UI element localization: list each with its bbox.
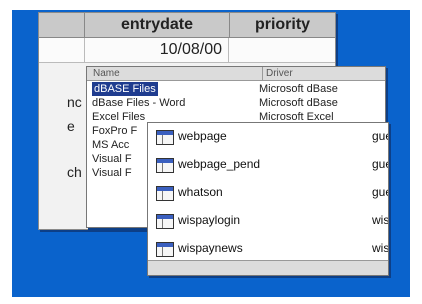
table-icon	[156, 242, 174, 257]
column-header-priority[interactable]: priority	[230, 13, 335, 37]
table-name: wispaynews	[178, 241, 243, 255]
table-list-window: webpage gue webpage_pend gue whatson gue…	[147, 122, 389, 276]
list-item[interactable]: webpage gue	[156, 127, 388, 151]
column-header-driver[interactable]: Driver	[262, 67, 293, 80]
cell-entrydate[interactable]: 10/08/00	[85, 38, 229, 62]
list-item[interactable]: webpage_pend gue	[156, 155, 388, 179]
driver-type: Microsoft dBase	[259, 83, 338, 95]
table-owner: gue	[372, 157, 388, 171]
horizontal-scrollbar[interactable]	[148, 260, 388, 275]
header-cell-blank	[39, 13, 85, 37]
column-header-entrydate[interactable]: entrydate	[85, 13, 230, 37]
partial-cell-text: ch	[67, 164, 82, 180]
table-owner: gue	[372, 129, 388, 143]
list-item[interactable]: wispaylogin wisp	[156, 211, 389, 235]
partial-cell-text: e	[67, 118, 75, 134]
driver-name: Visual F	[92, 153, 132, 165]
table-icon	[156, 130, 174, 145]
driver-type: Microsoft dBase	[259, 97, 338, 109]
table-name: webpage	[178, 129, 227, 143]
table-owner: wisp	[372, 241, 389, 255]
driver-name: FoxPro F	[92, 125, 138, 137]
table-icon	[156, 214, 174, 229]
driver-name: Visual F	[92, 167, 132, 179]
table-name: whatson	[178, 185, 223, 199]
driver-name: Excel Files	[92, 111, 146, 123]
partial-cell-text: nc	[67, 94, 82, 110]
table-name: wispaylogin	[178, 213, 241, 227]
list-item[interactable]: dBase Files - Word Microsoft dBase	[87, 96, 385, 110]
table-icon	[156, 186, 174, 201]
driver-name: dBase Files - Word	[92, 97, 186, 109]
table-owner: gue	[372, 185, 388, 199]
column-header-name[interactable]: Name	[93, 67, 120, 80]
table-owner: wisp	[372, 213, 389, 227]
driver-list-header: Name Driver	[87, 67, 385, 81]
list-item[interactable]: whatson gue	[156, 183, 388, 207]
cell	[39, 38, 85, 62]
driver-name: dBASE Files	[92, 82, 158, 96]
driver-name: MS Acc	[92, 139, 130, 151]
datasheet-header: entrydate priority	[39, 13, 335, 38]
list-item-selected[interactable]: dBASE Files Microsoft dBase	[87, 82, 385, 96]
table-name: webpage_pend	[178, 157, 261, 171]
table-icon	[156, 158, 174, 173]
table-row[interactable]: 10/08/00	[39, 38, 335, 63]
